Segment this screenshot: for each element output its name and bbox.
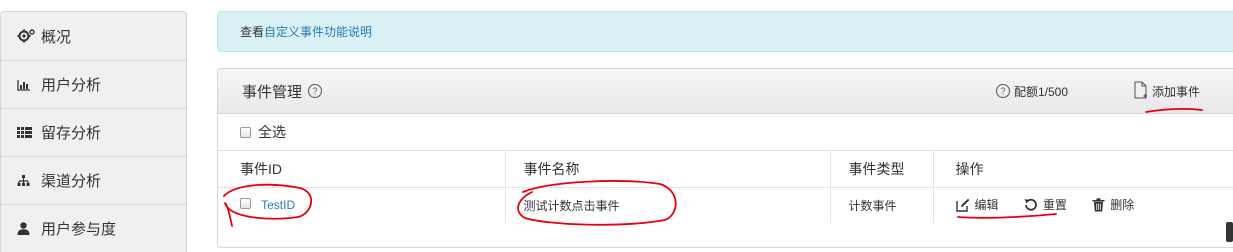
quota-text: 配额1/500 xyxy=(1013,84,1068,99)
info-banner: 查看 自定义事件功能说明 xyxy=(217,11,1233,52)
quota-help-icon[interactable]: ? xyxy=(995,84,1010,98)
reset-icon xyxy=(1024,198,1037,211)
cell-event-type: 计数事件 xyxy=(829,187,933,223)
select-all-label: 全选 xyxy=(258,124,286,140)
user-icon xyxy=(17,222,37,235)
delete-label: 删除 xyxy=(1110,198,1135,212)
sidebar-item-label: 留存分析 xyxy=(41,125,102,142)
sidebar-item-label: 概况 xyxy=(41,28,72,46)
event-management-panel: 事件管理 ? ? 配额1/500 添加事件 全选 事件ID 事件名称 事件类型 … xyxy=(217,68,1233,248)
sidebar-item-engagement[interactable]: 用户参与度 xyxy=(0,204,187,252)
reset-button[interactable]: 重置 xyxy=(1024,196,1067,213)
grid-icon xyxy=(17,127,37,138)
help-icon[interactable]: ? xyxy=(308,84,323,98)
sidebar-item-label: 渠道分析 xyxy=(41,173,102,190)
header-actions: 操作 xyxy=(932,151,1233,188)
header-event-type: 事件类型 xyxy=(829,151,933,188)
events-table: 事件ID 事件名称 事件类型 操作 TestID 测试计数点击事件 计数事件 编… xyxy=(218,151,1233,223)
sidebar-item-label: 用户参与度 xyxy=(41,221,117,238)
table-row: TestID 测试计数点击事件 计数事件 编辑 重置 删除 xyxy=(218,187,1233,223)
table-header-row: 事件ID 事件名称 事件类型 操作 xyxy=(218,151,1233,188)
cell-event-id: TestID xyxy=(218,187,505,223)
panel-title: 事件管理 xyxy=(242,83,303,101)
event-id-link[interactable]: TestID xyxy=(261,198,295,212)
row-checkbox[interactable] xyxy=(240,198,251,210)
add-event-button[interactable]: 添加事件 xyxy=(1134,69,1200,113)
sidebar-item-user-analysis[interactable]: 用户分析 xyxy=(0,60,187,108)
edit-button[interactable]: 编辑 xyxy=(955,196,999,213)
sidebar: 概况 用户分析 留存分析 渠道分析 用户参与度 xyxy=(0,11,187,252)
feature-help-link[interactable]: 自定义事件功能说明 xyxy=(264,23,372,40)
sidebar-item-channel[interactable]: 渠道分析 xyxy=(0,156,187,204)
edit-label: 编辑 xyxy=(974,198,999,212)
panel-header: 事件管理 ? ? 配额1/500 添加事件 xyxy=(218,69,1233,114)
delete-button[interactable]: 删除 xyxy=(1092,196,1134,213)
sidebar-item-label: 用户分析 xyxy=(41,77,102,94)
header-event-id: 事件ID xyxy=(218,151,505,188)
quota-indicator: ? 配额1/500 xyxy=(995,69,1068,113)
header-event-name: 事件名称 xyxy=(504,151,830,188)
cell-event-name: 测试计数点击事件 xyxy=(504,187,830,223)
banner-prefix: 查看 xyxy=(240,25,265,39)
reset-label: 重置 xyxy=(1042,198,1067,212)
select-all-row: 全选 xyxy=(218,114,1233,151)
edit-icon xyxy=(955,198,969,212)
trash-icon xyxy=(1092,197,1105,211)
add-document-icon xyxy=(1134,81,1148,102)
select-all-checkbox[interactable] xyxy=(240,126,251,138)
sidebar-item-retention[interactable]: 留存分析 xyxy=(0,108,187,156)
sitemap-icon xyxy=(17,174,37,187)
cell-actions: 编辑 重置 删除 xyxy=(932,187,1233,223)
scrollbar[interactable] xyxy=(1226,222,1233,242)
bar-chart-icon xyxy=(17,79,37,91)
sidebar-item-overview[interactable]: 概况 xyxy=(0,11,187,60)
add-event-label: 添加事件 xyxy=(1151,84,1200,99)
gear-icon xyxy=(17,29,37,43)
